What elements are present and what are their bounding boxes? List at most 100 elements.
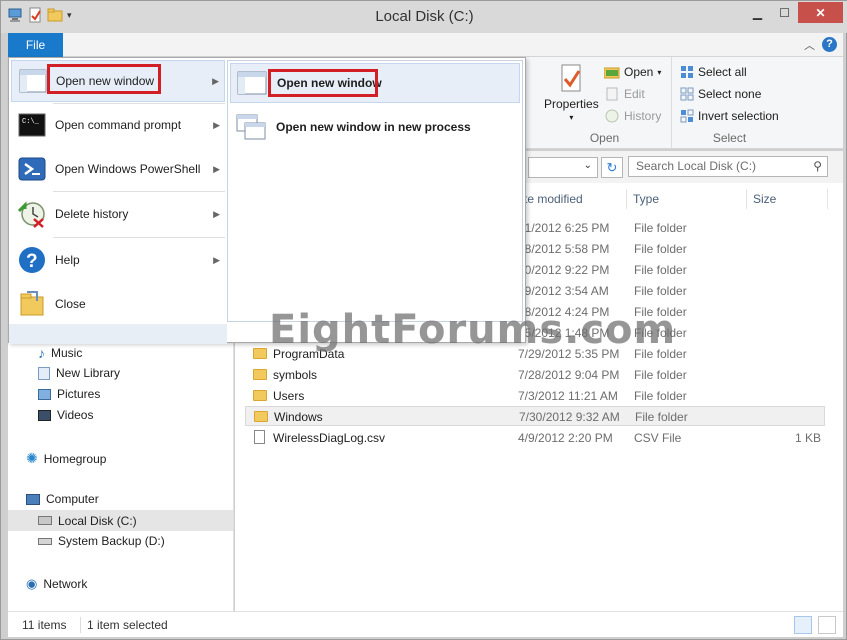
file-tab[interactable]: File	[8, 33, 63, 57]
nav-item-network[interactable]: ◉ Network	[26, 576, 87, 592]
network-icon: ◉	[26, 576, 38, 591]
nav-item-computer[interactable]: Computer	[26, 492, 99, 506]
watermark-text: EightForums.com	[269, 307, 677, 353]
address-box[interactable]: ⌄	[528, 157, 598, 178]
nav-label: Network	[43, 577, 88, 591]
pictures-icon	[38, 388, 51, 400]
chevron-right-icon: ▶	[212, 75, 219, 86]
row-date: 7/28/2012 9:04 PM	[518, 368, 620, 382]
file-menu: Open new window ▶ C:\_ Open command prom…	[8, 57, 526, 344]
status-bar: 11 items 1 item selected	[8, 611, 843, 637]
history-button[interactable]: History	[604, 109, 661, 123]
chevron-up-icon[interactable]: ︿	[804, 37, 815, 53]
nav-item-local-disk[interactable]: Local Disk (C:)	[8, 510, 233, 531]
row-type: File folder	[634, 368, 687, 382]
open-button[interactable]: Open ▾	[604, 65, 661, 79]
nav-label: New Library	[56, 366, 121, 380]
nav-item-homegroup[interactable]: ✺ Homegroup	[26, 450, 106, 467]
table-row[interactable]: Users 7/3/2012 11:21 AM File folder	[245, 386, 825, 406]
folder-icon	[253, 369, 267, 380]
invert-selection-label: Invert selection	[698, 109, 779, 123]
row-name: Users	[273, 389, 305, 403]
row-size: 1 KB	[795, 431, 822, 445]
select-none-button[interactable]: Select none	[680, 87, 761, 101]
open-folder-icon	[604, 67, 620, 79]
edit-icon	[606, 87, 618, 101]
table-row[interactable]: WirelessDiagLog.csv 4/9/2012 2:20 PM CSV…	[245, 428, 825, 448]
open-label: Open	[624, 65, 654, 79]
column-separator[interactable]	[626, 189, 627, 209]
table-row[interactable]: symbols 7/28/2012 9:04 PM File folder	[245, 365, 825, 385]
column-separator[interactable]	[827, 189, 828, 209]
menu-item-open-powershell[interactable]: Open Windows PowerShell ▶	[11, 148, 225, 190]
menu-label: Delete history	[55, 207, 129, 221]
row-type: CSV File	[634, 431, 682, 445]
chevron-right-icon: ▶	[213, 163, 220, 174]
menu-label: Help	[55, 253, 80, 267]
maximize-button[interactable]: ☐	[771, 2, 798, 23]
nav-label: Music	[51, 346, 83, 360]
large-icons-view-icon[interactable]	[818, 616, 836, 634]
nav-item-system-backup[interactable]: System Backup (D:)	[38, 534, 165, 548]
minimize-button[interactable]: ▁	[744, 2, 771, 23]
ribbon-group-label-select: Select	[712, 131, 747, 145]
homegroup-icon: ✺	[26, 450, 38, 466]
library-icon	[38, 366, 50, 380]
nav-item-music[interactable]: ♪ Music	[38, 345, 82, 361]
nav-item-pictures[interactable]: Pictures	[38, 387, 100, 401]
search-placeholder: Search Local Disk (C:)	[636, 159, 757, 173]
menu-item-help[interactable]: ? Help ▶	[11, 239, 225, 281]
invert-selection-button[interactable]: Invert selection	[680, 109, 779, 123]
row-date: 31/2012 6:25 PM	[518, 221, 610, 235]
videos-icon	[38, 409, 51, 421]
music-icon: ♪	[38, 345, 45, 361]
chevron-down-icon: ▾	[569, 113, 574, 122]
nav-item-videos[interactable]: Videos	[38, 408, 93, 422]
column-header-type[interactable]: Type	[633, 192, 659, 206]
row-date: 7/30/2012 9:32 AM	[519, 410, 620, 424]
details-view-icon[interactable]	[794, 616, 812, 634]
cmd-icon: C:\_	[18, 113, 46, 137]
row-type: File folder	[634, 284, 687, 298]
history-icon	[605, 109, 619, 123]
column-header-date[interactable]: te modified	[524, 192, 583, 206]
row-type: File folder	[634, 242, 687, 256]
powershell-icon	[18, 157, 46, 181]
menu-item-open-command-prompt[interactable]: C:\_ Open command prompt ▶	[11, 104, 225, 146]
properties-button[interactable]: Properties ▾	[544, 63, 599, 122]
title-bar: ▾ Local Disk (C:) ▁ ☐ ✕	[1, 1, 847, 33]
row-type: File folder	[634, 221, 687, 235]
nav-label: Computer	[46, 492, 99, 506]
ribbon-group-label-open: Open	[589, 131, 620, 145]
status-divider	[80, 617, 81, 633]
drive-icon	[38, 516, 52, 525]
search-icon[interactable]: ⚲	[813, 157, 822, 176]
window-icon	[19, 69, 47, 93]
column-header-size[interactable]: Size	[753, 192, 776, 206]
row-date: 20/2012 9:22 PM	[518, 263, 610, 277]
nav-label: Videos	[57, 408, 94, 422]
table-row-selected[interactable]: Windows 7/30/2012 9:32 AM File folder	[245, 406, 825, 426]
select-all-button[interactable]: Select all	[680, 65, 747, 79]
close-button[interactable]: ✕	[798, 2, 843, 23]
edit-button[interactable]: Edit	[604, 87, 645, 101]
ribbon-tab-bar: ︿ ?	[8, 33, 843, 57]
submenu-label: Open new window in new process	[276, 120, 471, 134]
chevron-down-icon[interactable]: ⌄	[584, 160, 592, 171]
menu-separator	[53, 191, 225, 192]
submenu-item-open-new-window-new-process[interactable]: Open new window in new process	[230, 107, 520, 147]
menu-item-delete-history[interactable]: Delete history ▶	[11, 193, 225, 235]
svg-text:C:\_: C:\_	[22, 118, 40, 126]
menu-label: Open command prompt	[55, 118, 182, 132]
column-separator[interactable]	[746, 189, 747, 209]
properties-label: Properties	[544, 97, 599, 111]
history-clock-icon	[17, 201, 45, 228]
nav-item-new-library[interactable]: New Library	[38, 366, 120, 380]
refresh-button[interactable]: ↻	[601, 157, 623, 178]
file-menu-left-column: Open new window ▶ C:\_ Open command prom…	[9, 58, 227, 344]
search-input[interactable]: Search Local Disk (C:) ⚲	[628, 156, 828, 177]
help-icon[interactable]: ?	[822, 37, 837, 52]
invert-selection-icon	[680, 109, 694, 123]
nav-label: Pictures	[57, 387, 101, 401]
menu-item-close[interactable]: Close	[11, 283, 225, 325]
